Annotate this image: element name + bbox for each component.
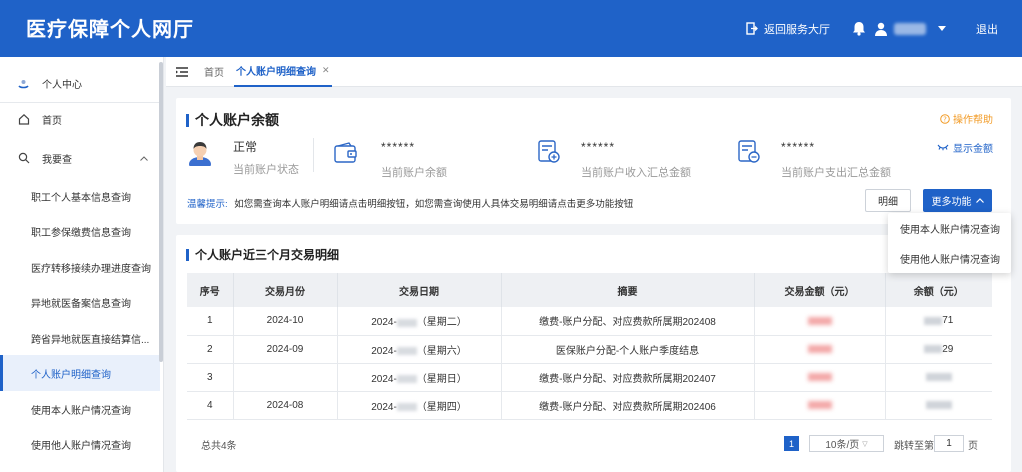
tab-home[interactable]: 首页	[204, 64, 224, 79]
sidebar-item-cross-province[interactable]: 跨省异地就医直接结算信...	[0, 321, 160, 355]
sidebar-item-offsite-record[interactable]: 异地就医备案信息查询	[0, 285, 160, 319]
sidebar-item-other-usage[interactable]: 使用他人账户情况查询	[0, 427, 160, 461]
expense-block: ****** 当前账户支出汇总金额	[781, 140, 891, 179]
sidebar-item-basic-info[interactable]: 职工个人基本信息查询	[0, 179, 160, 213]
exit-door-icon	[746, 22, 758, 35]
select-caret-icon: ▽	[862, 440, 868, 448]
status-block: 正常 当前账户状态	[233, 140, 299, 176]
col-no: 序号	[187, 273, 234, 307]
sidebar-item-user-center[interactable]: 个人中心	[0, 63, 160, 103]
col-summary: 摘要	[501, 273, 755, 307]
sidebar-item-account-detail[interactable]: 个人账户明细查询	[0, 355, 160, 391]
user-center-icon	[18, 79, 29, 88]
more-functions-dropdown: 使用本人账户情况查询 使用他人账户情况查询	[888, 213, 1011, 273]
stat-divider	[313, 138, 314, 172]
page-1-button[interactable]: 1	[784, 436, 799, 451]
balance-block: ****** 当前账户余额	[381, 140, 447, 179]
page-size-select[interactable]: 10条/页 ▽	[809, 435, 884, 452]
total-count: 总共4条	[201, 441, 237, 452]
chevron-up-icon	[975, 198, 984, 203]
detail-button[interactable]: 明细	[865, 189, 911, 212]
masked-amount	[807, 372, 832, 381]
masked-balance	[924, 316, 943, 325]
masked-date	[396, 402, 417, 411]
masked-date	[396, 318, 417, 327]
table-row: 1 2024-10 2024- （星期二） 缴费-账户分配、对应费款所属期2024…	[187, 307, 992, 336]
sidebar-item-self-usage[interactable]: 使用本人账户情况查询	[0, 392, 160, 426]
table-row: 2 2024-09 2024- （星期六） 医保账户分配-个人账户季度结息 29	[187, 335, 992, 364]
balance-title: 个人账户余额	[186, 110, 279, 130]
balance-card: 个人账户余额 ? 操作帮助 显示金额 正常 当前账户状态 ****** 当前账户…	[176, 98, 1011, 224]
help-link[interactable]: ? 操作帮助	[940, 111, 993, 126]
transactions-title: 个人账户近三个月交易明细	[186, 246, 339, 263]
user-menu[interactable]	[874, 22, 946, 36]
masked-date	[396, 374, 417, 383]
more-functions-button[interactable]: 更多功能	[923, 189, 992, 212]
tip-line: 温馨提示: 如您需查询本人账户明细请点击明细按钮，如您需查询使用人具体交易明细请…	[187, 199, 634, 210]
sidebar-item-home[interactable]: 首页	[0, 100, 160, 138]
masked-balance	[925, 372, 952, 381]
col-amount: 交易金额（元）	[754, 273, 886, 307]
return-hall-label: 返回服务大厅	[764, 23, 830, 36]
sidebar-scrollbar[interactable]	[159, 62, 163, 362]
income-document-icon	[538, 140, 560, 163]
question-circle-icon: ?	[940, 113, 950, 124]
brand-title: 医疗保障个人网厅	[26, 19, 194, 41]
logout-button[interactable]: 退出	[976, 21, 998, 37]
jump-label: 跳转至第	[894, 441, 934, 452]
search-icon	[18, 152, 30, 164]
col-date: 交易日期	[337, 273, 502, 307]
sidebar-item-transfer-progress[interactable]: 医疗转移接续办理进度查询	[0, 250, 160, 284]
jump-page-input[interactable]: 1	[934, 435, 964, 452]
expense-document-icon	[738, 140, 760, 163]
masked-balance	[925, 400, 952, 409]
home-icon	[18, 113, 30, 125]
sidebar-item-contribution[interactable]: 职工参保缴费信息查询	[0, 214, 160, 248]
user-name-masked	[894, 22, 926, 35]
user-avatar-icon	[875, 22, 887, 36]
dropdown-item-self-usage[interactable]: 使用本人账户情况查询	[888, 213, 1011, 243]
masked-amount	[807, 400, 832, 409]
page-unit: 页	[968, 441, 978, 452]
tab-bar: 首页 个人账户明细查询 ✕	[166, 57, 1022, 87]
chevron-up-icon	[140, 155, 148, 161]
col-month: 交易月份	[233, 273, 338, 307]
transactions-card: 个人账户近三个月交易明细 序号 交易月份 交易日期 摘要 交易金额（元） 余额（…	[176, 235, 1011, 472]
masked-balance	[924, 344, 943, 353]
income-block: ****** 当前账户收入汇总金额	[581, 140, 691, 179]
svg-text:?: ?	[943, 115, 947, 123]
show-amount-toggle[interactable]: 显示金额	[937, 140, 993, 155]
sidebar-group-query[interactable]: 我要查	[0, 139, 160, 177]
tab-account-detail[interactable]: 个人账户明细查询 ✕	[234, 57, 332, 87]
table-header-row: 序号 交易月份 交易日期 摘要 交易金额（元） 余额（元）	[187, 273, 992, 307]
return-hall-link[interactable]: 返回服务大厅	[746, 21, 830, 37]
tab-close-icon[interactable]: ✕	[322, 65, 330, 76]
table-row: 4 2024-08 2024- （星期四） 缴费-账户分配、对应费款所属期2024…	[187, 391, 992, 420]
dropdown-item-other-usage[interactable]: 使用他人账户情况查询	[888, 243, 1011, 273]
masked-amount	[807, 316, 832, 325]
avatar	[189, 142, 211, 166]
transactions-table: 序号 交易月份 交易日期 摘要 交易金额（元） 余额（元） 1 2024-10 …	[187, 273, 992, 420]
top-header: 医疗保障个人网厅 返回服务大厅 退出	[0, 0, 1022, 57]
caret-down-icon	[938, 25, 946, 31]
col-balance: 余额（元）	[885, 273, 992, 307]
eye-closed-icon	[937, 144, 949, 151]
masked-date	[396, 346, 417, 355]
sidebar: 个人中心 首页 我要查 职工个人基本信息查询 职工参保缴费信息查询 医疗转移接续…	[0, 57, 164, 472]
bell-icon[interactable]	[852, 21, 866, 36]
masked-amount	[807, 344, 832, 353]
menu-collapse-icon[interactable]	[176, 66, 188, 77]
wallet-icon	[334, 142, 357, 163]
table-row: 3 2024- （星期日） 缴费-账户分配、对应费款所属期202407	[187, 363, 992, 392]
